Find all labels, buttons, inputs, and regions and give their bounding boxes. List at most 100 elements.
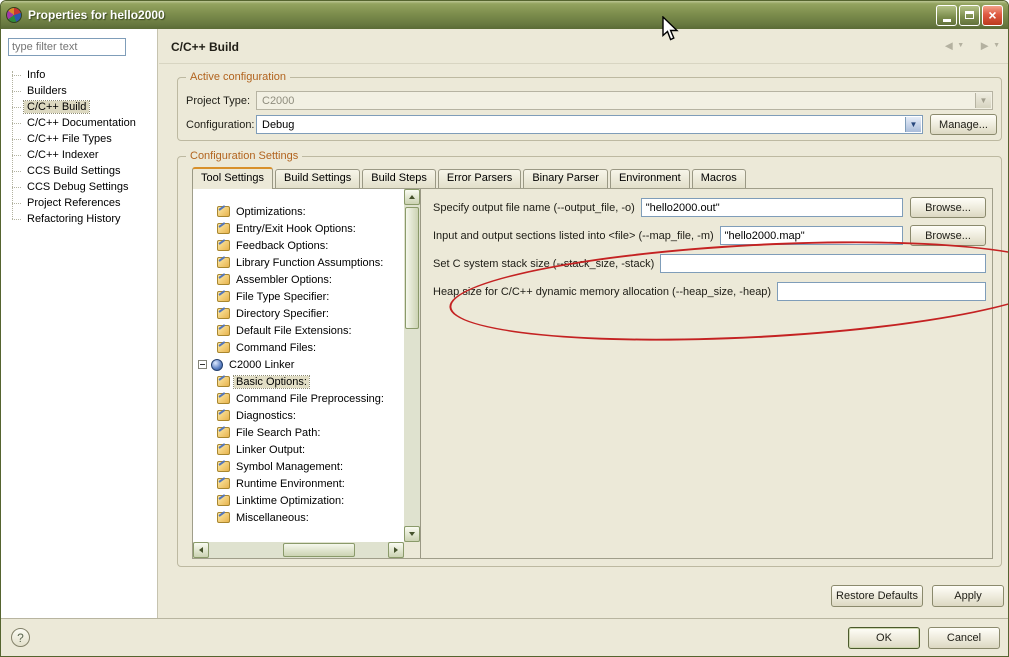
scroll-left-button[interactable]: [193, 542, 209, 558]
close-button[interactable]: ×: [982, 4, 1003, 26]
tree-item-label: Command Files:: [236, 341, 317, 354]
tool-icon: [217, 393, 230, 404]
group-label: Configuration Settings: [186, 150, 303, 162]
horizontal-scroll-thumb[interactable]: [283, 543, 355, 557]
output-file-label: Specify output file name (--output_file,…: [433, 201, 635, 214]
map-file-label: Input and output sections listed into <f…: [433, 229, 714, 242]
scroll-down-button[interactable]: [404, 526, 420, 542]
tool-tree-item[interactable]: Miscellaneous:: [195, 509, 403, 526]
dropdown-arrow-icon[interactable]: ▼: [905, 117, 921, 132]
sidebar-item-cpp-build[interactable]: C/C++ Build: [9, 99, 155, 115]
project-type-label: Project Type:: [186, 95, 250, 107]
tree-item-label: Entry/Exit Hook Options:: [236, 222, 356, 235]
tool-tree-item[interactable]: Linker Output:: [195, 441, 403, 458]
tool-tree-item[interactable]: File Type Specifier:: [195, 288, 403, 305]
sidebar-item-cpp-indexer[interactable]: C/C++ Indexer: [9, 147, 155, 163]
help-button[interactable]: ?: [11, 628, 30, 647]
tab-tool-settings[interactable]: Tool Settings: [192, 167, 273, 189]
arrow-up-icon: [409, 195, 415, 199]
tool-icon: [217, 478, 230, 489]
horizontal-scrollbar[interactable]: [193, 542, 404, 558]
tab-binary-parser[interactable]: Binary Parser: [523, 169, 608, 188]
minimize-icon: [942, 18, 951, 22]
cancel-button[interactable]: Cancel: [928, 627, 1000, 649]
tool-tree-item[interactable]: Diagnostics:: [195, 407, 403, 424]
tool-icon: [217, 257, 230, 268]
tool-tree-item[interactable]: Optimizations:: [195, 203, 403, 220]
tool-tree-item[interactable]: Linktime Optimization:: [195, 492, 403, 509]
map-file-input[interactable]: [719, 226, 903, 245]
tool-icon: [217, 206, 230, 217]
project-type-value: C2000: [262, 94, 295, 107]
sidebar-item-label: Project References: [27, 197, 121, 209]
tool-tree-item[interactable]: Entry/Exit Hook Options:: [195, 220, 403, 237]
tool-tree-item[interactable]: Command Files:: [195, 339, 403, 356]
forward-button[interactable]: ► ▼: [978, 38, 1000, 53]
stack-size-label: Set C system stack size (--stack_size, -…: [433, 257, 655, 270]
tool-tree-node-c2000-linker[interactable]: C2000 Linker: [195, 356, 403, 373]
output-file-input[interactable]: [640, 198, 903, 217]
maximize-button[interactable]: [959, 4, 980, 26]
sidebar-item-builders[interactable]: Builders: [9, 83, 155, 99]
browse-button[interactable]: Browse...: [910, 225, 986, 246]
vertical-scroll-thumb[interactable]: [405, 207, 419, 329]
tool-tree-item[interactable]: Command File Preprocessing:: [195, 390, 403, 407]
arrow-down-icon: [409, 532, 415, 536]
restore-defaults-button[interactable]: Restore Defaults: [831, 585, 923, 607]
tool-icon: [217, 376, 230, 387]
tab-macros[interactable]: Macros: [691, 169, 746, 188]
tool-tree-item[interactable]: Symbol Management:: [195, 458, 403, 475]
sidebar: Info Builders C/C++ Build C/C++ Document…: [1, 29, 158, 618]
scroll-right-button[interactable]: [388, 542, 404, 558]
manage-button[interactable]: Manage...: [930, 114, 997, 135]
configuration-label: Configuration:: [186, 119, 255, 131]
tree-item-label: Default File Extensions:: [236, 324, 352, 337]
collapse-icon[interactable]: [198, 360, 207, 369]
linker-icon: [211, 358, 223, 371]
sidebar-item-cpp-file-types[interactable]: C/C++ File Types: [9, 131, 155, 147]
window-title: Properties for hello2000: [28, 8, 165, 22]
sidebar-tree: Info Builders C/C++ Build C/C++ Document…: [9, 67, 155, 227]
filter-input[interactable]: [8, 38, 126, 56]
tool-tree-item[interactable]: File Search Path:: [195, 424, 403, 441]
back-button[interactable]: ◄ ▼: [942, 38, 964, 53]
tool-tree-item[interactable]: Library Function Assumptions:: [195, 254, 403, 271]
sidebar-item-cpp-documentation[interactable]: C/C++ Documentation: [9, 115, 155, 131]
tool-tree-item[interactable]: Default File Extensions:: [195, 322, 403, 339]
tool-tree-item[interactable]: Assembler Options:: [195, 271, 403, 288]
configuration-value: Debug: [262, 118, 295, 131]
sidebar-item-ccs-build-settings[interactable]: CCS Build Settings: [9, 163, 155, 179]
chevron-down-icon: ▼: [957, 42, 965, 49]
close-icon: ×: [988, 7, 997, 23]
sidebar-item-refactoring-history[interactable]: Refactoring History: [9, 211, 155, 227]
tool-tree-item-basic-options[interactable]: Basic Options:: [195, 373, 403, 390]
sidebar-item-info[interactable]: Info: [9, 67, 155, 83]
scroll-up-button[interactable]: [404, 189, 420, 205]
project-type-combo: C2000 ▼: [256, 91, 993, 110]
history-navigation: ◄ ▼ ► ▼: [942, 38, 1000, 53]
heap-size-input[interactable]: [777, 282, 986, 301]
tab-build-steps[interactable]: Build Steps: [362, 169, 436, 188]
sidebar-item-ccs-debug-settings[interactable]: CCS Debug Settings: [9, 179, 155, 195]
dialog-footer: ? OK Cancel: [1, 618, 1008, 656]
minimize-button[interactable]: [936, 4, 957, 26]
sidebar-item-project-references[interactable]: Project References: [9, 195, 155, 211]
apply-button[interactable]: Apply: [932, 585, 1004, 607]
configuration-combo[interactable]: Debug ▼: [256, 115, 923, 134]
settings-tabs: Tool Settings Build Settings Build Steps…: [192, 167, 748, 189]
browse-button[interactable]: Browse...: [910, 197, 986, 218]
tab-environment[interactable]: Environment: [609, 169, 690, 188]
tab-build-settings[interactable]: Build Settings: [274, 169, 361, 188]
sidebar-item-label: C/C++ Documentation: [27, 117, 136, 129]
tool-tree-item[interactable]: Runtime Environment:: [195, 475, 403, 492]
title-bar: Properties for hello2000 ×: [1, 1, 1008, 29]
back-icon: ◄: [942, 38, 956, 53]
tool-tree-item[interactable]: Feedback Options:: [195, 237, 403, 254]
arrow-right-icon: [394, 547, 398, 553]
stack-size-input[interactable]: [660, 254, 986, 273]
tool-tree-item[interactable]: Directory Specifier:: [195, 305, 403, 322]
vertical-scrollbar[interactable]: [404, 189, 420, 542]
ok-button[interactable]: OK: [848, 627, 920, 649]
tab-error-parsers[interactable]: Error Parsers: [437, 169, 522, 188]
tree-item-label: C2000 Linker: [229, 358, 295, 371]
